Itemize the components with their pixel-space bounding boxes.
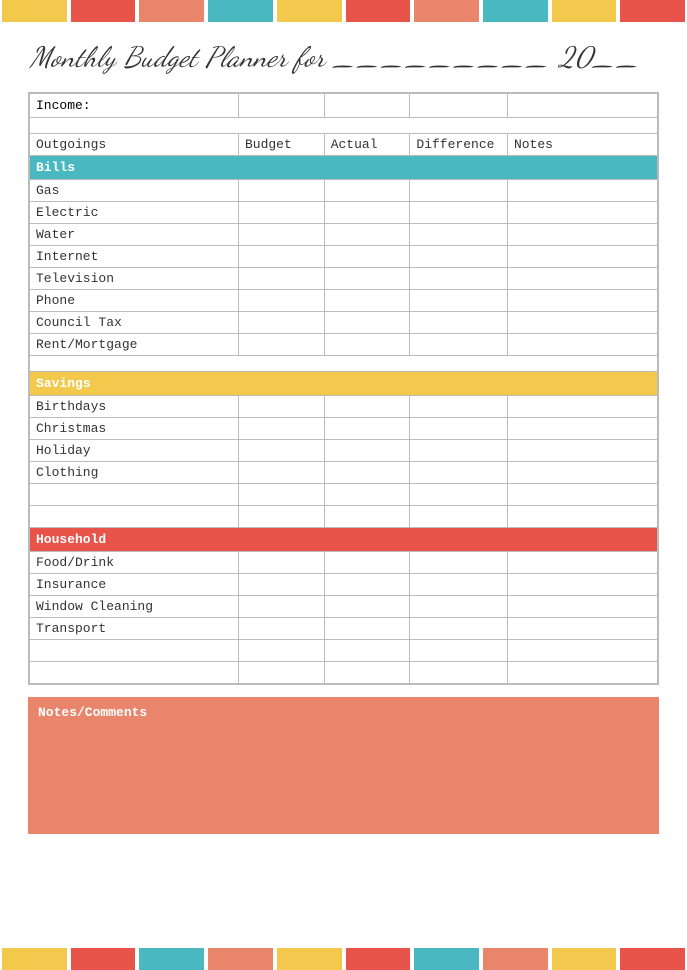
list-item: Food/Drink [30,552,658,574]
bar-seg-2 [71,0,136,22]
column-headers: Outgoings Budget Actual Difference Notes [30,134,658,156]
bills-water: Water [30,224,239,246]
bar-bot-3 [139,948,204,970]
income-actual[interactable] [324,94,410,118]
page-title: Monthly Budget Planner for _________ 20_… [30,40,641,74]
bar-bot-1 [2,948,67,970]
bar-bot-5 [277,948,342,970]
household-label: Household [30,528,658,552]
list-item: Phone [30,290,658,312]
household-category-header: Household [30,528,658,552]
col-header-notes: Notes [507,134,657,156]
budget-table: Income: Outgoings Budget Actual Differen… [29,93,658,684]
list-item: Clothing [30,462,658,484]
bills-council-tax: Council Tax [30,312,239,334]
color-bar-bottom [0,948,687,970]
income-budget[interactable] [238,94,324,118]
list-item: Water [30,224,658,246]
savings-category-header: Savings [30,372,658,396]
bills-gas: Gas [30,180,239,202]
bar-seg-3 [139,0,204,22]
bar-seg-5 [277,0,342,22]
empty-row-4 [30,662,658,684]
empty-row-3 [30,640,658,662]
bills-rent-mortgage: Rent/Mortgage [30,334,239,356]
bar-bot-6 [346,948,411,970]
bar-bot-9 [552,948,617,970]
notes-content[interactable] [38,726,649,826]
bar-bot-7 [414,948,479,970]
list-item: Christmas [30,418,658,440]
income-diff[interactable] [410,94,508,118]
list-item: Internet [30,246,658,268]
household-insurance: Insurance [30,574,239,596]
bills-electric: Electric [30,202,239,224]
bar-seg-8 [483,0,548,22]
color-bar-top [0,0,687,22]
bills-internet: Internet [30,246,239,268]
page: Monthly Budget Planner for _________ 20_… [0,0,687,970]
list-item: Transport [30,618,658,640]
col-header-actual: Actual [324,134,410,156]
bar-seg-10 [620,0,685,22]
household-transport: Transport [30,618,239,640]
bar-bot-4 [208,948,273,970]
col-header-outgoings: Outgoings [30,134,239,156]
bar-bot-10 [620,948,685,970]
bills-television: Television [30,268,239,290]
savings-birthdays: Birthdays [30,396,239,418]
list-item: Electric [30,202,658,224]
bar-bot-2 [71,948,136,970]
savings-label: Savings [30,372,658,396]
savings-christmas: Christmas [30,418,239,440]
household-window-cleaning: Window Cleaning [30,596,239,618]
empty-row-1 [30,484,658,506]
list-item: Rent/Mortgage [30,334,658,356]
bar-seg-7 [414,0,479,22]
list-item: Council Tax [30,312,658,334]
list-item: Television [30,268,658,290]
bar-seg-1 [2,0,67,22]
notes-section: Notes/Comments [28,697,659,834]
bar-seg-9 [552,0,617,22]
bar-bot-8 [483,948,548,970]
savings-clothing: Clothing [30,462,239,484]
notes-label: Notes/Comments [38,705,649,720]
bills-phone: Phone [30,290,239,312]
main-table-wrapper: Income: Outgoings Budget Actual Differen… [28,92,659,685]
col-header-difference: Difference [410,134,508,156]
household-food-drink: Food/Drink [30,552,239,574]
income-notes[interactable] [507,94,657,118]
spacer-row-2 [30,356,658,372]
income-label: Income: [30,94,239,118]
savings-holiday: Holiday [30,440,239,462]
list-item: Birthdays [30,396,658,418]
list-item: Gas [30,180,658,202]
spacer-row-1 [30,118,658,134]
empty-row-2 [30,506,658,528]
bar-seg-6 [346,0,411,22]
notes-box[interactable]: Notes/Comments [28,697,659,834]
col-header-budget: Budget [238,134,324,156]
list-item: Window Cleaning [30,596,658,618]
bills-label: Bills [30,156,658,180]
income-row: Income: [30,94,658,118]
list-item: Insurance [30,574,658,596]
bills-category-header: Bills [30,156,658,180]
list-item: Holiday [30,440,658,462]
title-area: Monthly Budget Planner for _________ 20_… [0,22,687,84]
bar-seg-4 [208,0,273,22]
